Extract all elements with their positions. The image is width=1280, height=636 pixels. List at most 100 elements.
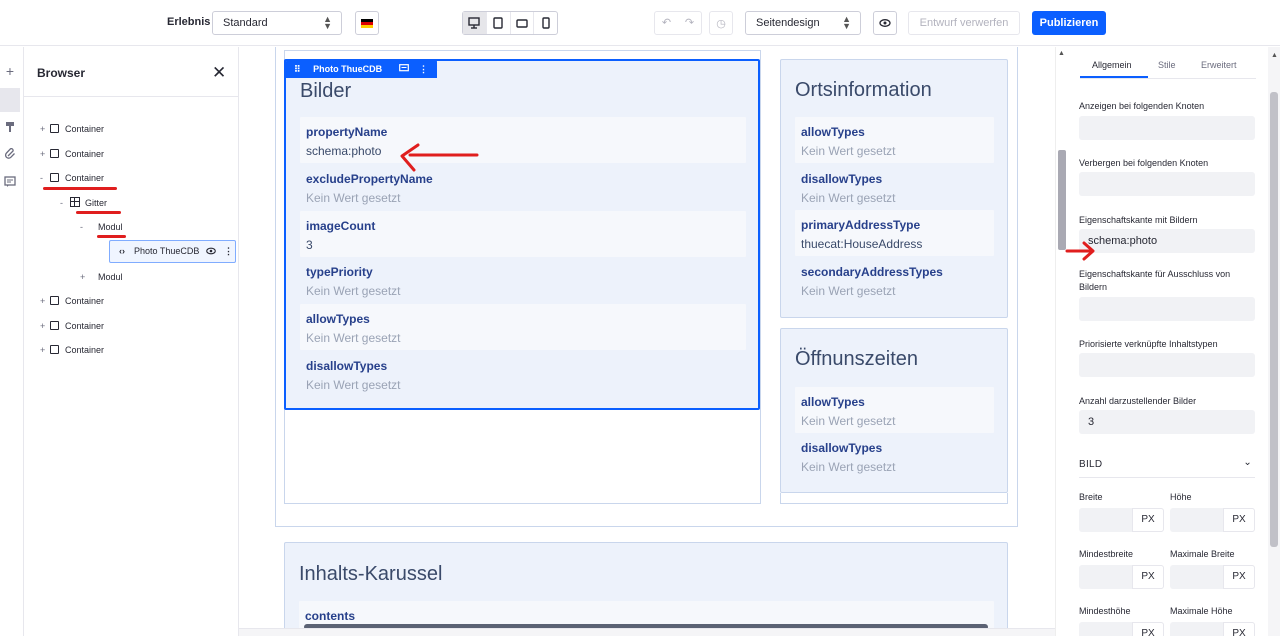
phone-preview-button[interactable] <box>534 12 557 34</box>
paperclip-icon[interactable] <box>0 142 20 166</box>
bilder-card[interactable]: Bilder propertyName schema:photo excludeP… <box>284 59 760 410</box>
unit-select[interactable]: PX <box>1223 508 1255 532</box>
tablet-landscape-icon <box>516 19 528 28</box>
unit-select[interactable]: PX <box>1132 508 1164 532</box>
scroll-up-icon[interactable]: ▲ <box>1058 50 1065 57</box>
field-value: Kein Wert gesetzt <box>306 284 401 298</box>
image-edge-input[interactable]: schema:photo <box>1079 229 1255 253</box>
section-bild[interactable]: BILD ⌄ <box>1079 457 1255 470</box>
experience-select-value: Standard <box>223 17 268 29</box>
grid-icon <box>70 197 80 207</box>
tablet-landscape-preview-button[interactable] <box>487 12 511 34</box>
language-button[interactable] <box>355 11 379 35</box>
eye-icon <box>879 19 891 27</box>
expand-icon[interactable]: + <box>40 343 50 357</box>
desktop-preview-button[interactable] <box>463 12 487 34</box>
show-nodes-input[interactable] <box>1079 116 1255 140</box>
tree-item-container[interactable]: + Container <box>40 294 104 308</box>
width-input[interactable]: PX <box>1079 508 1164 532</box>
tree-item-container[interactable]: + Container <box>40 343 104 357</box>
collapse-icon[interactable]: - <box>60 196 70 210</box>
publish-button[interactable]: Publizieren <box>1032 11 1106 35</box>
height-input[interactable]: PX <box>1170 508 1255 532</box>
sidebar-rail: + <box>0 47 24 636</box>
chevron-down-icon[interactable]: ⌄ <box>1243 457 1252 468</box>
tree-item-container[interactable]: - Container <box>40 171 104 185</box>
canvas-horizontal-scrollbar[interactable] <box>239 628 1055 636</box>
tab-erweitert[interactable]: Erweitert <box>1201 60 1237 70</box>
drag-handle-icon[interactable]: ⠿ <box>294 64 301 74</box>
hide-nodes-label: Verbergen bei folgenden Knoten <box>1079 158 1209 168</box>
card-title: Bilder <box>300 80 352 102</box>
kebab-menu-icon[interactable]: ⋮ <box>224 241 233 262</box>
tablet-preview-button[interactable] <box>511 12 535 34</box>
unit-select[interactable]: PX <box>1223 565 1255 589</box>
max-width-input[interactable]: PX <box>1170 565 1255 589</box>
field-disallow-types: disallowTypes Kein Wert gesetzt <box>795 433 994 479</box>
tree-item-grid[interactable]: - Gitter <box>60 196 107 210</box>
canvas-scrollbar[interactable]: ▲ <box>1055 47 1067 636</box>
tab-stile[interactable]: Stile <box>1158 60 1176 70</box>
ortsinformation-card[interactable]: Ortsinformation allowTypes Kein Wert gese… <box>780 59 1008 318</box>
field-type-priority: typePriority Kein Wert gesetzt <box>300 257 746 303</box>
tree-item-photo-thuecdb[interactable]: ‹› Photo ThueCDB ⋮ <box>109 240 236 263</box>
tree-item-module[interactable]: - Modul <box>80 220 123 234</box>
fragment-tag-label: Photo ThueCDB <box>313 64 383 74</box>
field-value: schema:photo <box>306 144 382 158</box>
karussell-card[interactable]: Inhalts-Karussel contents <box>284 542 1008 636</box>
preview-button[interactable] <box>873 11 897 35</box>
scrollbar-thumb[interactable] <box>1270 92 1278 547</box>
field-name: propertyName <box>306 125 388 139</box>
hide-nodes-input[interactable] <box>1079 172 1255 196</box>
tree-item-container[interactable]: + Container <box>40 147 104 161</box>
expand-icon[interactable]: + <box>40 147 50 161</box>
oeffnungszeiten-card[interactable]: Öffnunszeiten allowTypes Kein Wert gesetz… <box>780 328 1008 493</box>
annotation-underline <box>76 211 121 214</box>
selected-fragment-tag[interactable]: ⠿ Photo ThueCDB ⋮ <box>286 60 437 78</box>
scrollbar-thumb[interactable] <box>1058 150 1066 250</box>
max-height-input[interactable]: PX <box>1170 622 1255 636</box>
tab-allgemein[interactable]: Allgemein <box>1092 60 1132 70</box>
min-width-input[interactable]: PX <box>1079 565 1164 589</box>
unit-select[interactable]: PX <box>1132 565 1164 589</box>
tree-item-label: Photo ThueCDB <box>134 246 200 256</box>
scroll-up-icon[interactable]: ▲ <box>1271 52 1278 59</box>
field-name: secondaryAddressTypes <box>801 265 943 279</box>
expand-icon[interactable]: + <box>80 270 98 284</box>
tree-item-container[interactable]: + Container <box>40 122 104 136</box>
exclude-edge-input[interactable] <box>1079 297 1255 321</box>
redo-icon[interactable]: ↷ <box>678 12 701 34</box>
field-name: imageCount <box>306 219 376 233</box>
paint-roller-icon[interactable] <box>0 115 20 139</box>
unit-select[interactable]: PX <box>1132 622 1164 636</box>
panel-scrollbar[interactable]: ▲ <box>1268 47 1280 636</box>
kebab-menu-icon[interactable]: ⋮ <box>419 60 428 78</box>
image-edge-label: Eigenschaftskante mit Bildern <box>1079 215 1198 225</box>
min-height-input[interactable]: PX <box>1079 622 1164 636</box>
comment-icon[interactable] <box>399 60 409 78</box>
collapse-icon[interactable]: - <box>80 220 98 234</box>
expand-icon[interactable]: + <box>40 319 50 333</box>
close-icon[interactable]: ✕ <box>212 63 226 83</box>
image-count-input[interactable]: 3 <box>1079 410 1255 434</box>
history-button[interactable]: ◷ <box>709 11 733 35</box>
page-design-select[interactable]: Seitendesign ▲ ▼ <box>745 11 861 35</box>
field-name: allowTypes <box>306 312 370 326</box>
collapse-icon[interactable]: - <box>40 171 50 185</box>
comment-icon[interactable] <box>0 170 20 194</box>
unit-select[interactable]: PX <box>1223 622 1255 636</box>
tree-item-container[interactable]: + Container <box>40 319 104 333</box>
field-value: thuecat:HouseAddress <box>801 237 923 251</box>
expand-icon[interactable]: + <box>40 294 50 308</box>
container-icon <box>50 173 59 182</box>
undo-icon[interactable]: ↶ <box>655 12 678 34</box>
prioritized-types-input[interactable] <box>1079 353 1255 377</box>
browser-rail-button[interactable] <box>0 88 20 112</box>
eye-icon[interactable] <box>206 241 216 262</box>
add-icon[interactable]: + <box>0 59 20 83</box>
tree-item-module[interactable]: + Modul <box>80 270 123 284</box>
expand-icon[interactable]: + <box>40 122 50 136</box>
discard-draft-button[interactable]: Entwurf verwerfen <box>908 11 1020 35</box>
experience-select[interactable]: Standard ▲ ▼ <box>212 11 342 35</box>
card-title: Ortsinformation <box>795 79 932 101</box>
